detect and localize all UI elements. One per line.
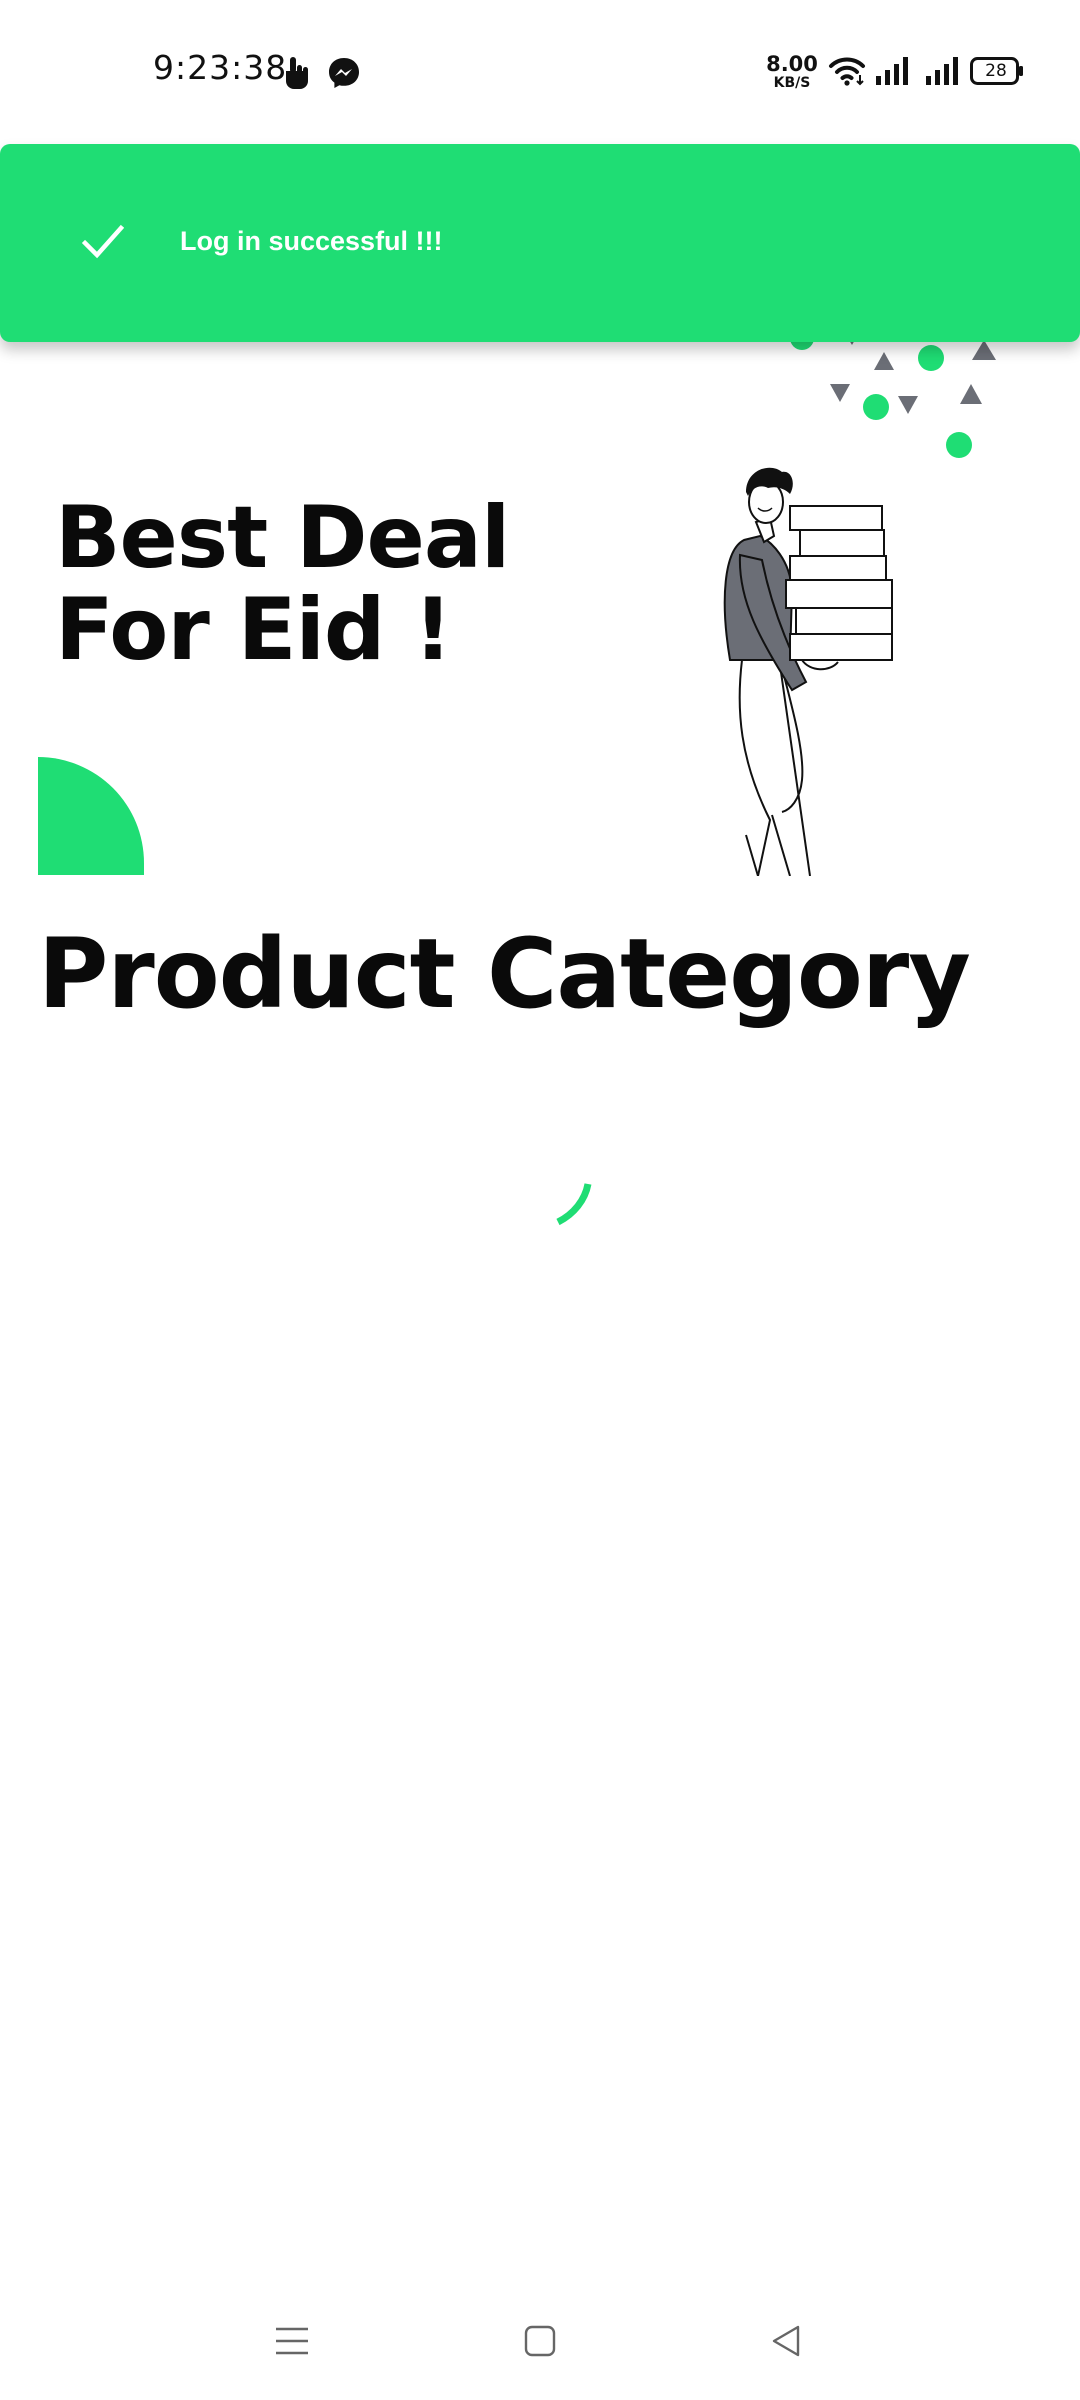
signal-icon — [876, 57, 908, 85]
network-speed-unit: KB/S — [773, 75, 811, 91]
person-carrying-boxes-illustration — [723, 467, 893, 876]
hero-accent-shape — [38, 757, 144, 875]
loading-spinner — [556, 1183, 592, 1226]
toast-message: Log in successful !!! — [180, 226, 443, 256]
hero-title: Best Deal For Eid ! — [55, 488, 510, 680]
hero-title-line-2: For Eid ! — [55, 580, 453, 680]
status-time: 9:23:38 — [153, 48, 288, 87]
signal-icon — [926, 57, 958, 85]
touch-icon — [286, 57, 308, 89]
network-speed: 8.00 KB/S — [766, 52, 818, 91]
back-icon[interactable] — [768, 2323, 804, 2359]
check-icon — [82, 224, 124, 259]
confetti-decoration — [790, 330, 996, 458]
network-speed-value: 8.00 — [766, 52, 818, 76]
menu-icon[interactable] — [274, 2323, 310, 2359]
battery-level: 28 — [985, 61, 1007, 81]
hero-title-line-1: Best Deal — [55, 488, 510, 588]
wifi-icon — [829, 57, 865, 86]
messenger-icon — [329, 58, 359, 88]
product-category-heading: Product Category — [38, 918, 971, 1030]
home-icon[interactable] — [522, 2323, 558, 2359]
login-success-toast[interactable]: Log in successful !!! — [0, 144, 1080, 342]
